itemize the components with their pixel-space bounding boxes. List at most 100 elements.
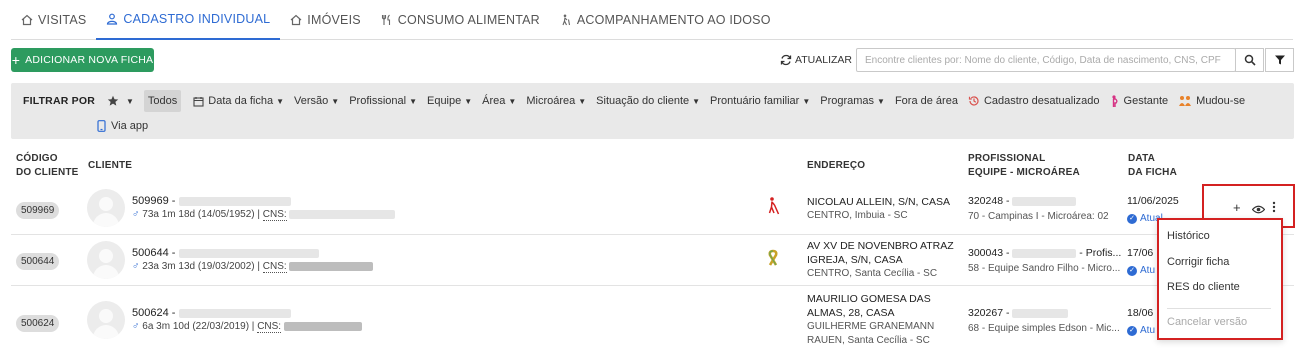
client-name[interactable]: 509969 - [132, 195, 291, 207]
filter-label: FILTRAR POR [23, 95, 95, 107]
professional-info: 300043 - - Profis... 58 - Equipe Sandro … [968, 245, 1121, 277]
filter-mudou-se[interactable]: Mudou-se [1178, 95, 1245, 107]
add-new-record-button[interactable]: + ADICIONAR NOVA FICHA [11, 48, 154, 72]
filter-item-label: Área [482, 95, 506, 107]
client-address: MAURILIO GOMESA DAS ALMAS, 28, CASA GUIL… [807, 292, 934, 348]
filter-row: FILTRAR POR ▼ Todos Data da ficha ▼ Versã… [11, 83, 1255, 119]
filter-via-app[interactable]: Via app [97, 118, 148, 134]
redacted-professional [1012, 248, 1077, 258]
redacted-name [178, 248, 319, 258]
col-header-code-line2: DO CLIENTE [16, 167, 79, 178]
col-header-code[interactable]: CÓDIGO DO CLIENTE [16, 152, 79, 180]
filter-equipe[interactable]: Equipe ▼ [427, 95, 472, 107]
professional-code: 320267 - [968, 307, 1010, 319]
tab-consumo-alimentar[interactable]: CONSUMO ALIMENTAR [371, 0, 550, 40]
filter-gestante[interactable]: Gestante [1110, 94, 1168, 108]
client-name[interactable]: 500644 - [132, 247, 319, 259]
filter-profissional[interactable]: Profissional ▼ [349, 95, 417, 107]
page: VISITAS CADASTRO INDIVIDUAL IMÓVEIS CONS… [0, 0, 1303, 350]
tab-acompanhamento-idoso[interactable]: ACOMPANHAMENTO AO IDOSO [550, 0, 781, 40]
chevron-down-icon: ▼ [331, 96, 340, 106]
elderly-icon [562, 14, 570, 26]
col-header-address[interactable]: ENDEREÇO [807, 159, 865, 173]
record-date-value: 18/06 [1127, 307, 1154, 319]
team-microarea: 70 - Campinas I - Microárea: 02 [968, 211, 1109, 222]
filter-area[interactable]: Área ▼ [482, 95, 516, 107]
col-header-date[interactable]: DATA DA FICHA [1128, 152, 1177, 180]
filter-item-label: Cadastro desatualizado [983, 95, 1100, 107]
professional-info: 320248 - 70 - Campinas I - Microárea: 02 [968, 193, 1109, 225]
chevron-down-icon: ▼ [409, 96, 417, 106]
cns-label: CNS: [262, 209, 287, 221]
col-header-date-line1: DATA [1128, 153, 1156, 164]
refresh-button[interactable]: ATUALIZAR [780, 50, 852, 70]
cns-label: CNS: [262, 261, 287, 273]
filter-cadastro-desatualizado[interactable]: Cadastro desatualizado [968, 95, 1100, 107]
address-line-2: ALMAS, 28, CASA [807, 307, 895, 319]
menu-item-res-cliente[interactable]: RES do cliente [1167, 281, 1240, 293]
male-icon: ♂ [132, 209, 140, 220]
col-header-client[interactable]: CLIENTE [88, 159, 132, 173]
search-input[interactable]: Encontre clientes por: Nome do cliente, … [856, 48, 1236, 72]
redacted-cns [289, 209, 396, 219]
client-code-badge: 500624 [16, 315, 60, 332]
more-options-icon[interactable] [1272, 201, 1276, 216]
table-row[interactable]: 500624 500624 - ♂ 6a 3m 10d (22/03/2019)… [11, 287, 1294, 350]
favorites-filter[interactable]: ▼ [107, 95, 134, 107]
menu-item-historico[interactable]: Histórico [1167, 230, 1210, 242]
filter-programas[interactable]: Programas ▼ [820, 95, 885, 107]
filter-situacao-cliente[interactable]: Situação do cliente ▼ [596, 95, 700, 107]
history-clock-icon [968, 96, 979, 106]
avatar [87, 301, 125, 339]
table-row[interactable]: 500644 500644 - ♂ 23a 3m 13d (19/03/2002… [11, 236, 1294, 286]
client-info: ♂ 6a 3m 10d (22/03/2019) | CNS: [132, 321, 362, 333]
house-icon [290, 14, 302, 26]
client-age: 23a 3m 13d (19/03/2002) | [142, 261, 263, 272]
tab-visitas[interactable]: VISITAS [11, 0, 96, 40]
tab-label: VISITAS [38, 13, 87, 27]
filter-todos[interactable]: Todos [143, 90, 182, 112]
filter-prontuario-familiar[interactable]: Prontuário familiar ▼ [710, 95, 810, 107]
eye-icon[interactable] [1251, 202, 1266, 217]
filter-versao[interactable]: Versão ▼ [294, 95, 339, 107]
professional-info: 320267 - 68 - Equipe simples Edson - Mic… [968, 305, 1120, 337]
col-header-professional[interactable]: PROFISSIONAL EQUIPE - MICROÁREA [968, 152, 1080, 180]
filter-item-label: Situação do cliente [596, 95, 690, 107]
menu-item-corrigir-ficha[interactable]: Corrigir ficha [1167, 256, 1229, 268]
filter-item-label: Programas [820, 95, 875, 107]
person-icon [107, 13, 118, 25]
filter-toggle-button[interactable] [1265, 48, 1294, 72]
table-row[interactable]: 509969 509969 - ♂ 73a 1m 18d (14/05/1952… [11, 183, 1294, 235]
client-name[interactable]: 500624 - [132, 307, 291, 319]
male-icon: ♂ [132, 261, 140, 272]
status-label: Atu [1140, 265, 1156, 276]
address-line-2: IGREJA, S/N, CASA [807, 254, 903, 266]
redacted-professional [1012, 308, 1069, 318]
chevron-down-icon: ▼ [877, 96, 885, 106]
professional-code: 320248 - [968, 195, 1010, 207]
tab-imoveis[interactable]: IMÓVEIS [280, 0, 371, 40]
address-line: AV XV DE NOVENBRO ATRAZ [807, 240, 954, 252]
filter-item-label: Data da ficha [208, 95, 274, 107]
client-address: AV XV DE NOVENBRO ATRAZ IGREJA, S/N, CAS… [807, 239, 954, 281]
filter-microarea[interactable]: Microárea ▼ [526, 95, 586, 107]
status-badge: ✓ Atu [1127, 323, 1155, 339]
tab-cadastro-individual[interactable]: CADASTRO INDIVIDUAL [96, 0, 281, 40]
cns-label: CNS: [257, 321, 282, 333]
add-icon[interactable]: + [1233, 200, 1241, 215]
check-icon: ✓ [1127, 266, 1137, 276]
search-button[interactable] [1235, 48, 1264, 72]
client-age: 73a 1m 18d (14/05/1952) | [142, 209, 263, 220]
filter-item-label: Versão [294, 95, 329, 107]
tab-label: CADASTRO INDIVIDUAL [123, 12, 271, 26]
filter-fora-area[interactable]: Fora de área [895, 95, 958, 107]
redacted-name [178, 308, 291, 318]
avatar [87, 241, 125, 279]
utensils-icon [381, 14, 390, 25]
record-date: 17/06 ✓ Atu [1127, 245, 1155, 279]
menu-divider [1167, 308, 1271, 309]
filter-bar: FILTRAR POR ▼ Todos Data da ficha ▼ Versã… [11, 83, 1294, 139]
house-icon [21, 14, 33, 26]
filter-data-ficha[interactable]: Data da ficha ▼ [193, 95, 284, 107]
check-icon: ✓ [1127, 326, 1137, 336]
